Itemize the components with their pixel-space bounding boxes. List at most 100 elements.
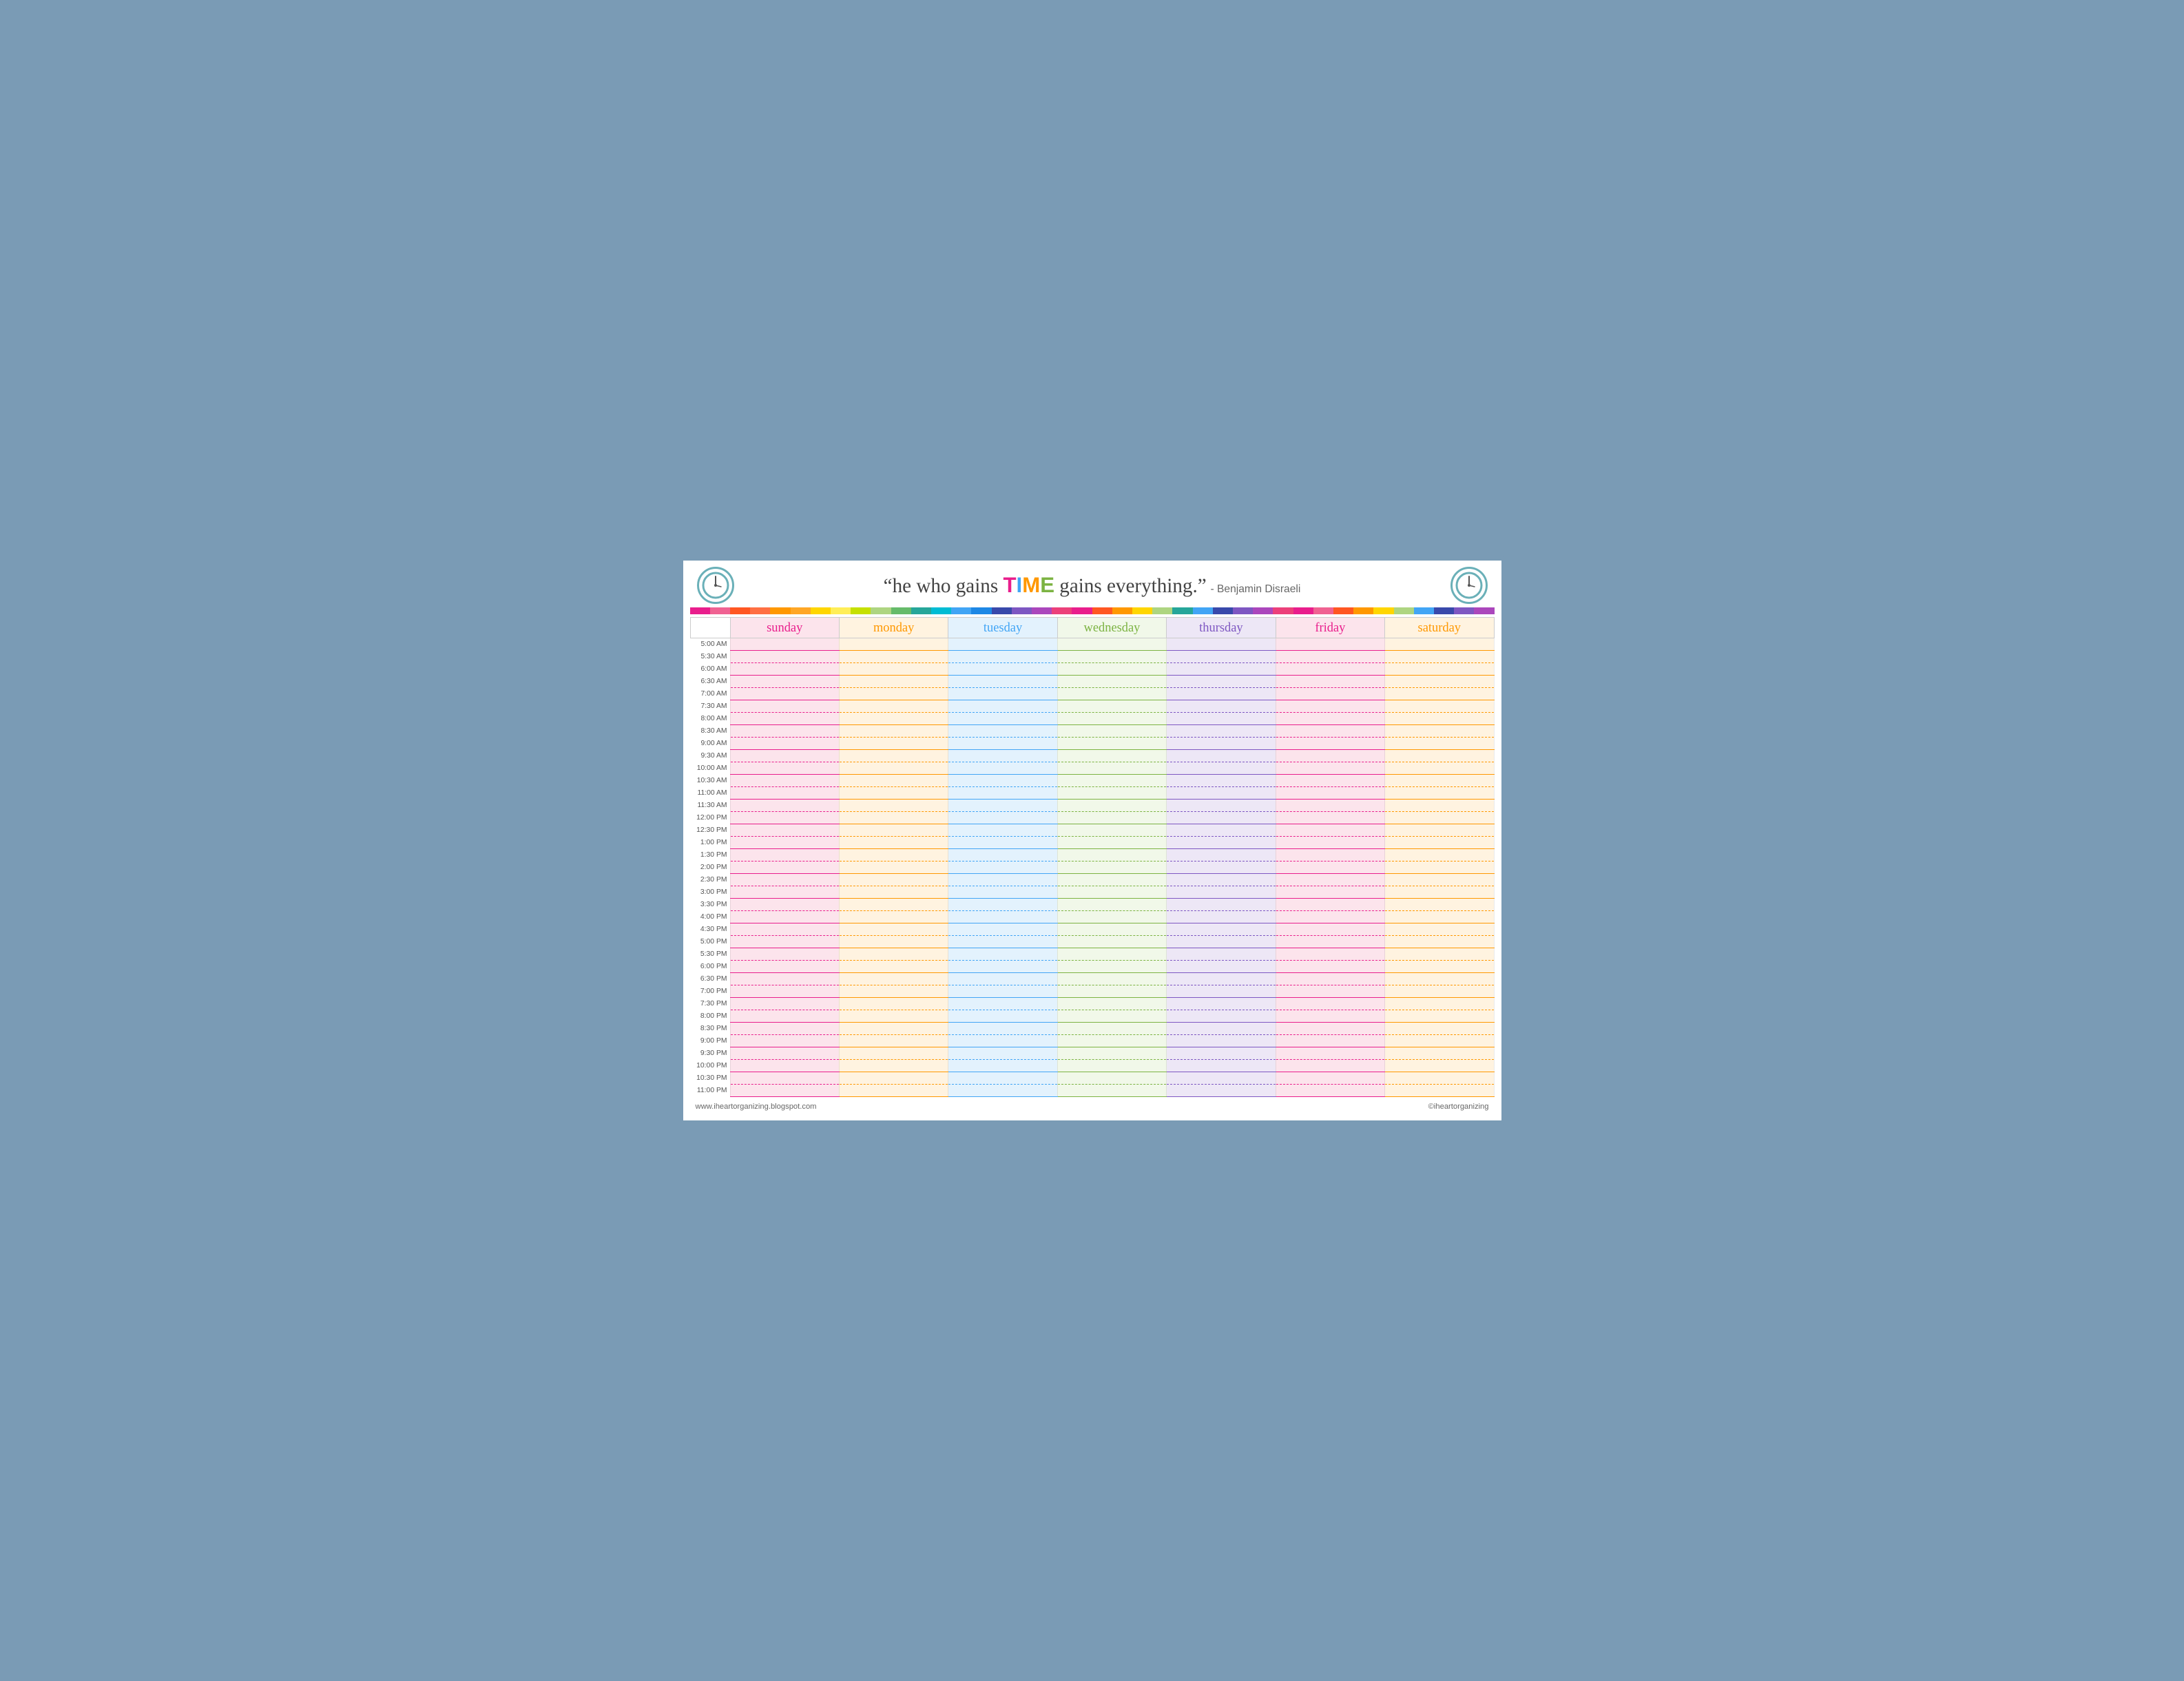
schedule-cell[interactable] [948,663,1057,676]
schedule-cell[interactable] [839,1085,948,1097]
schedule-cell[interactable] [1057,688,1166,700]
schedule-cell[interactable] [730,911,839,923]
schedule-cell[interactable] [1057,849,1166,862]
schedule-cell[interactable] [730,1060,839,1072]
schedule-cell[interactable] [1385,948,1494,961]
schedule-cell[interactable] [1385,663,1494,676]
schedule-cell[interactable] [839,985,948,998]
schedule-cell[interactable] [1276,886,1384,899]
schedule-cell[interactable] [1167,651,1276,663]
schedule-cell[interactable] [730,948,839,961]
schedule-cell[interactable] [839,676,948,688]
schedule-cell[interactable] [1385,812,1494,824]
schedule-cell[interactable] [1276,638,1384,651]
schedule-cell[interactable] [1057,762,1166,775]
schedule-cell[interactable] [1057,1085,1166,1097]
schedule-cell[interactable] [1276,1047,1384,1060]
schedule-cell[interactable] [1167,1085,1276,1097]
schedule-cell[interactable] [730,713,839,725]
schedule-cell[interactable] [730,936,839,948]
schedule-cell[interactable] [1276,1010,1384,1023]
schedule-cell[interactable] [1057,911,1166,923]
schedule-cell[interactable] [1167,688,1276,700]
schedule-cell[interactable] [1276,663,1384,676]
schedule-cell[interactable] [1276,998,1384,1010]
schedule-cell[interactable] [839,911,948,923]
schedule-cell[interactable] [1057,1060,1166,1072]
schedule-cell[interactable] [1385,800,1494,812]
schedule-cell[interactable] [1276,750,1384,762]
schedule-cell[interactable] [730,973,839,985]
schedule-cell[interactable] [1167,738,1276,750]
schedule-cell[interactable] [730,849,839,862]
schedule-cell[interactable] [1385,824,1494,837]
schedule-cell[interactable] [839,923,948,936]
schedule-cell[interactable] [948,911,1057,923]
schedule-cell[interactable] [1385,874,1494,886]
schedule-cell[interactable] [839,899,948,911]
schedule-cell[interactable] [1057,812,1166,824]
schedule-cell[interactable] [730,1085,839,1097]
schedule-cell[interactable] [730,688,839,700]
schedule-cell[interactable] [948,948,1057,961]
schedule-cell[interactable] [1057,923,1166,936]
schedule-cell[interactable] [948,985,1057,998]
schedule-cell[interactable] [730,1010,839,1023]
schedule-cell[interactable] [1276,936,1384,948]
schedule-cell[interactable] [1385,638,1494,651]
schedule-cell[interactable] [1385,1072,1494,1085]
schedule-cell[interactable] [839,713,948,725]
schedule-cell[interactable] [948,738,1057,750]
schedule-cell[interactable] [948,849,1057,862]
schedule-cell[interactable] [730,837,839,849]
schedule-cell[interactable] [1276,676,1384,688]
schedule-cell[interactable] [948,998,1057,1010]
schedule-cell[interactable] [1276,1072,1384,1085]
schedule-cell[interactable] [1167,800,1276,812]
schedule-cell[interactable] [1057,998,1166,1010]
schedule-cell[interactable] [1167,936,1276,948]
schedule-cell[interactable] [1057,651,1166,663]
schedule-cell[interactable] [1385,973,1494,985]
schedule-cell[interactable] [1276,1085,1384,1097]
schedule-cell[interactable] [1385,936,1494,948]
schedule-cell[interactable] [730,762,839,775]
schedule-cell[interactable] [839,874,948,886]
schedule-cell[interactable] [1167,973,1276,985]
schedule-cell[interactable] [1167,998,1276,1010]
schedule-cell[interactable] [1167,1023,1276,1035]
schedule-cell[interactable] [1385,775,1494,787]
schedule-cell[interactable] [1385,862,1494,874]
schedule-cell[interactable] [730,824,839,837]
schedule-cell[interactable] [1167,700,1276,713]
schedule-cell[interactable] [1385,750,1494,762]
schedule-cell[interactable] [730,961,839,973]
schedule-cell[interactable] [1057,936,1166,948]
schedule-cell[interactable] [730,1035,839,1047]
schedule-cell[interactable] [1276,837,1384,849]
schedule-cell[interactable] [1057,676,1166,688]
schedule-cell[interactable] [839,862,948,874]
schedule-cell[interactable] [1167,961,1276,973]
schedule-cell[interactable] [1167,874,1276,886]
schedule-cell[interactable] [839,948,948,961]
schedule-cell[interactable] [839,824,948,837]
schedule-cell[interactable] [1057,1035,1166,1047]
schedule-cell[interactable] [1385,911,1494,923]
schedule-cell[interactable] [948,800,1057,812]
schedule-cell[interactable] [948,1072,1057,1085]
schedule-cell[interactable] [1167,638,1276,651]
schedule-cell[interactable] [948,1047,1057,1060]
schedule-cell[interactable] [730,676,839,688]
schedule-cell[interactable] [1057,886,1166,899]
schedule-cell[interactable] [1057,874,1166,886]
schedule-cell[interactable] [1057,961,1166,973]
schedule-cell[interactable] [1057,775,1166,787]
schedule-cell[interactable] [1167,886,1276,899]
schedule-cell[interactable] [1057,787,1166,800]
schedule-cell[interactable] [730,750,839,762]
schedule-cell[interactable] [1167,725,1276,738]
schedule-cell[interactable] [1167,923,1276,936]
schedule-cell[interactable] [730,886,839,899]
schedule-cell[interactable] [948,812,1057,824]
